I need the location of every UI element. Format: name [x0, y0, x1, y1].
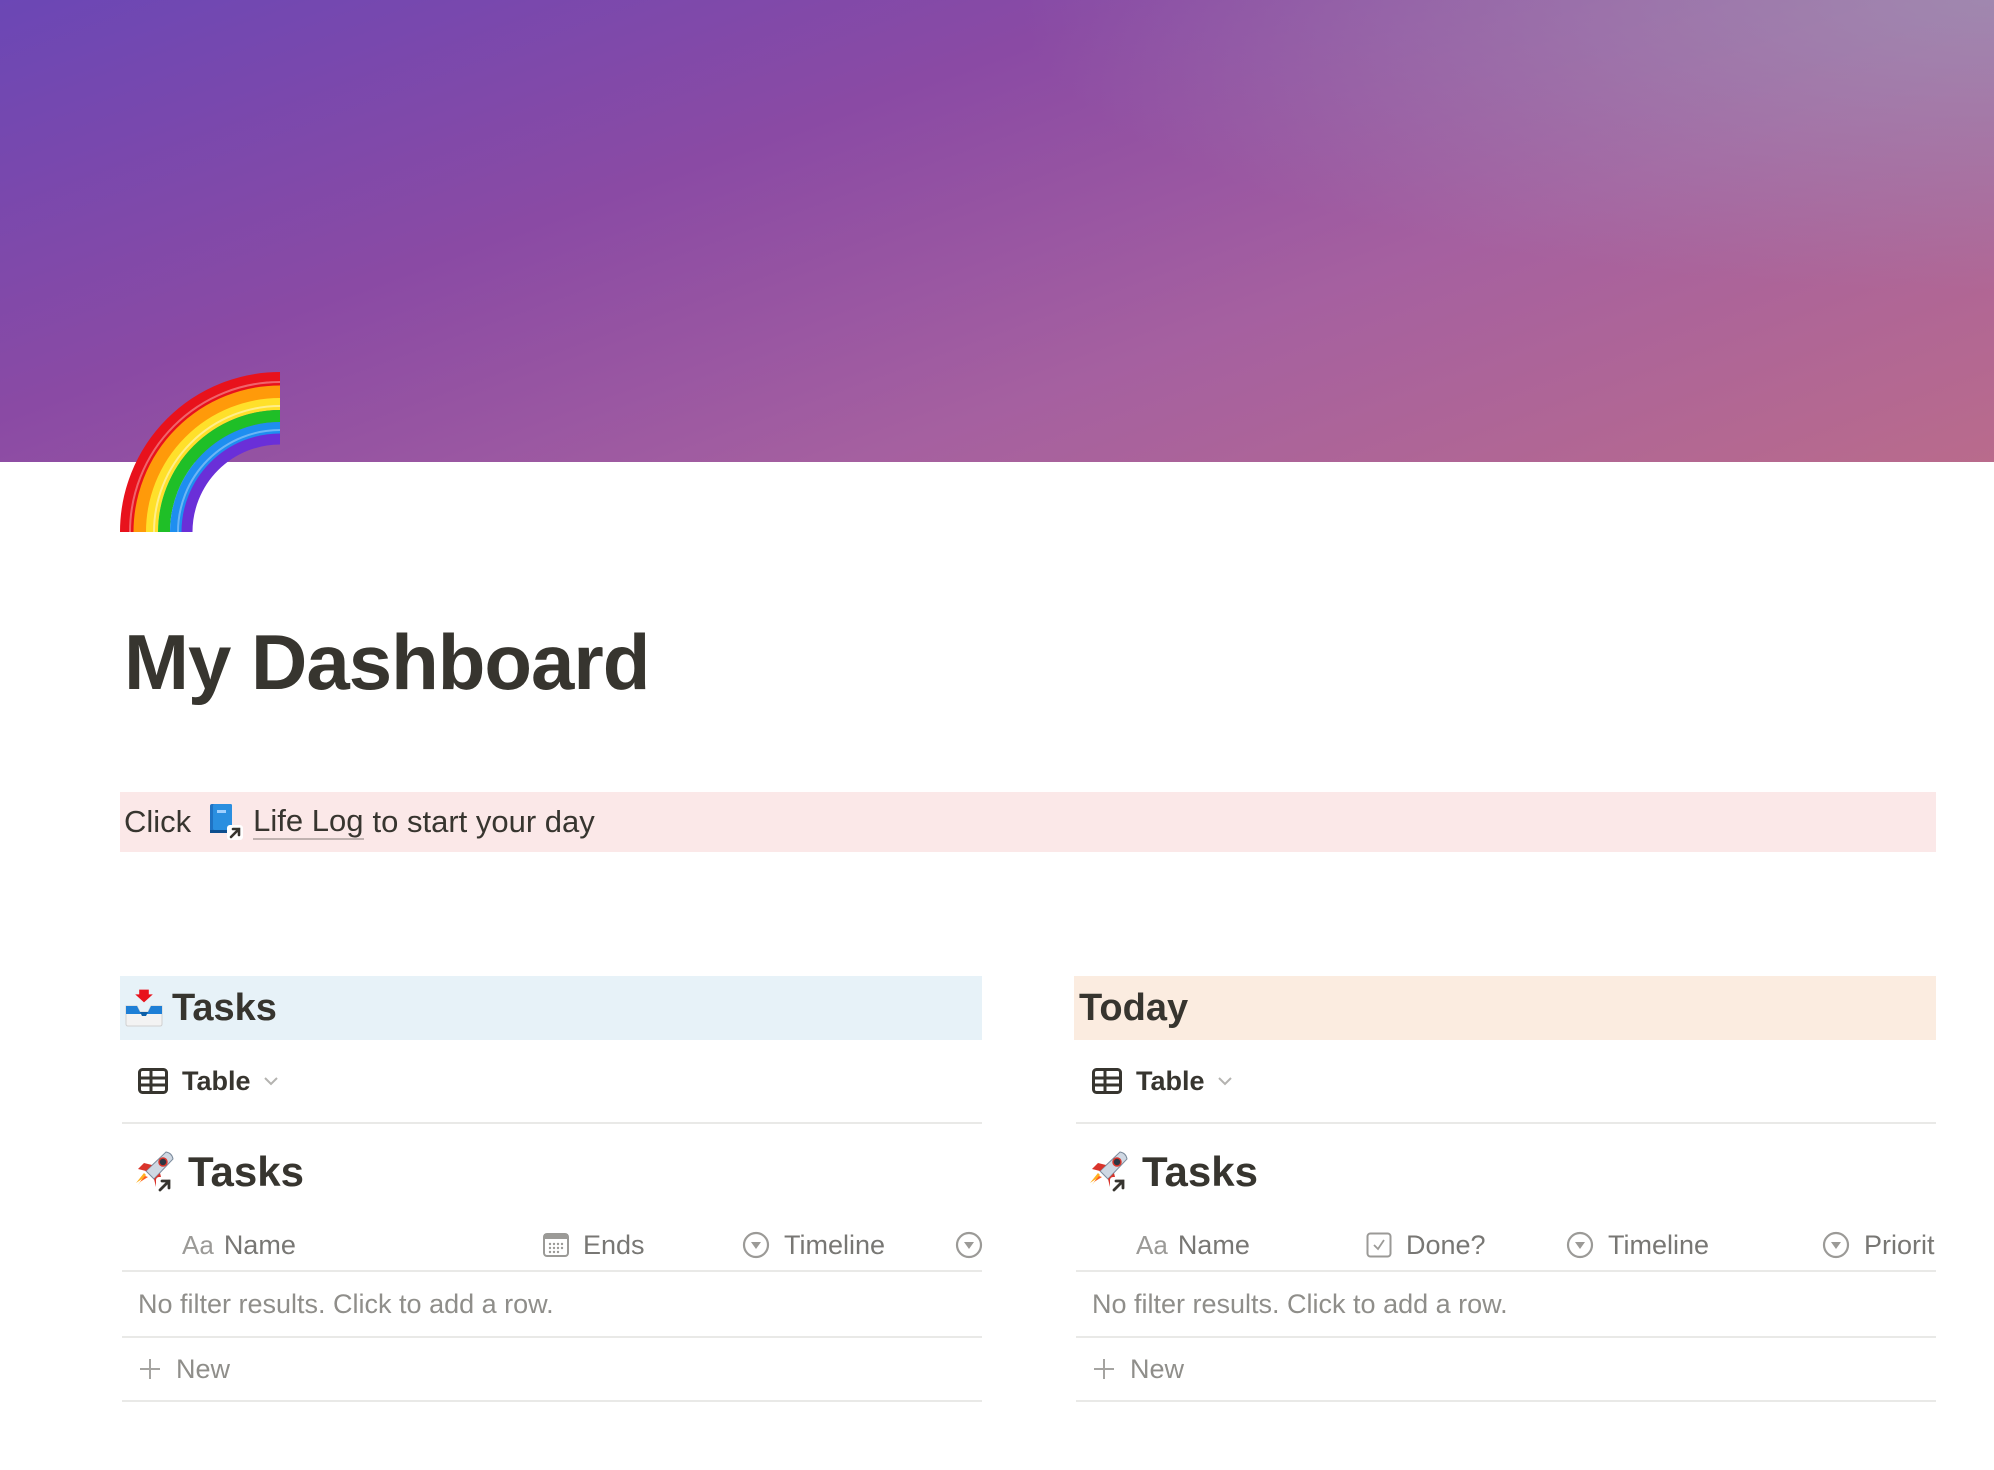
table-icon [1092, 1068, 1122, 1094]
rocket-link-icon [136, 1151, 174, 1194]
view-tab-table[interactable]: Table [138, 1066, 279, 1097]
select-icon [1822, 1231, 1850, 1259]
column-header-done[interactable]: Done? [1366, 1220, 1486, 1270]
empty-state-text: No filter results. Click to add a row. [138, 1288, 554, 1319]
new-row-button[interactable]: New [122, 1338, 982, 1402]
plus-icon [1094, 1359, 1114, 1379]
column-label: Priorit [1864, 1229, 1935, 1260]
column-header-select[interactable] [955, 1220, 984, 1270]
column-header-name[interactable]: Aa Name [182, 1220, 296, 1270]
callout-prefix: Click [124, 804, 192, 839]
new-row-button[interactable]: New [1076, 1338, 1936, 1402]
page-title[interactable]: My Dashboard [124, 612, 650, 712]
column-header-ends[interactable]: Ends [543, 1220, 645, 1270]
rainbow-icon[interactable] [120, 372, 290, 537]
rocket-link-icon [1090, 1151, 1128, 1194]
view-tab-label: Table [1136, 1065, 1205, 1096]
chevron-down-icon[interactable] [1217, 1076, 1233, 1086]
empty-state-text: No filter results. Click to add a row. [1092, 1288, 1508, 1319]
column-label: Name [223, 1229, 296, 1260]
inbox-tray-icon [125, 989, 163, 1027]
column-header-priority[interactable]: Priorit [1822, 1220, 1936, 1270]
callout-block: Click Life Log to start your day [120, 792, 1936, 852]
column-header-timeline[interactable]: Timeline [742, 1220, 885, 1270]
plus-icon [140, 1359, 160, 1379]
empty-state-row[interactable]: No filter results. Click to add a row. [122, 1272, 982, 1338]
column-label: Name [1177, 1229, 1250, 1260]
column-header-name[interactable]: Aa Name [1136, 1220, 1250, 1270]
tasks-heading-text: Tasks [172, 986, 277, 1029]
view-tab-table[interactable]: Table [1092, 1066, 1233, 1097]
column-label: Timeline [1608, 1229, 1710, 1260]
select-icon [1566, 1231, 1594, 1259]
select-icon [742, 1231, 770, 1259]
new-row-label: New [176, 1353, 231, 1384]
column-label: Timeline [784, 1229, 886, 1260]
database-title-text: Tasks [188, 1148, 304, 1195]
new-row-label: New [1130, 1353, 1185, 1384]
database-title[interactable]: Tasks [130, 1124, 982, 1220]
view-tabs: Table [122, 1040, 982, 1124]
table-header-row: Aa Name Done? Timeline Priorit [1076, 1220, 1936, 1272]
table-icon [138, 1068, 168, 1094]
checkbox-icon [1366, 1232, 1392, 1258]
calendar-icon [543, 1233, 569, 1257]
text-property-icon: Aa [182, 1229, 214, 1260]
database-title[interactable]: Tasks [1084, 1124, 1936, 1220]
view-tabs: Table [1076, 1040, 1936, 1124]
empty-state-row[interactable]: No filter results. Click to add a row. [1076, 1272, 1936, 1338]
today-heading-block[interactable]: Today [1074, 976, 1936, 1040]
callout-suffix: to start your day [372, 804, 595, 839]
database-title-text: Tasks [1142, 1148, 1258, 1195]
column-header-timeline[interactable]: Timeline [1566, 1220, 1709, 1270]
life-log-link[interactable]: Life Log [253, 804, 364, 840]
today-heading-text: Today [1079, 986, 1189, 1029]
book-link-icon[interactable] [205, 801, 245, 841]
select-icon [955, 1231, 983, 1259]
view-tab-label: Table [182, 1065, 251, 1096]
tasks-column: Tasks Table Tasks Aa Name Ends Timeline … [120, 976, 984, 1402]
text-property-icon: Aa [1136, 1229, 1168, 1260]
column-label: Done? [1406, 1229, 1486, 1260]
table-header-row: Aa Name Ends Timeline [122, 1220, 984, 1272]
chevron-down-icon[interactable] [263, 1076, 279, 1086]
tasks-heading-block[interactable]: Tasks [120, 976, 982, 1040]
column-label: Ends [583, 1229, 645, 1260]
today-column: Today Table Tasks Aa Name Done? Timeline… [1074, 976, 1936, 1402]
page-cover[interactable] [0, 0, 1994, 462]
